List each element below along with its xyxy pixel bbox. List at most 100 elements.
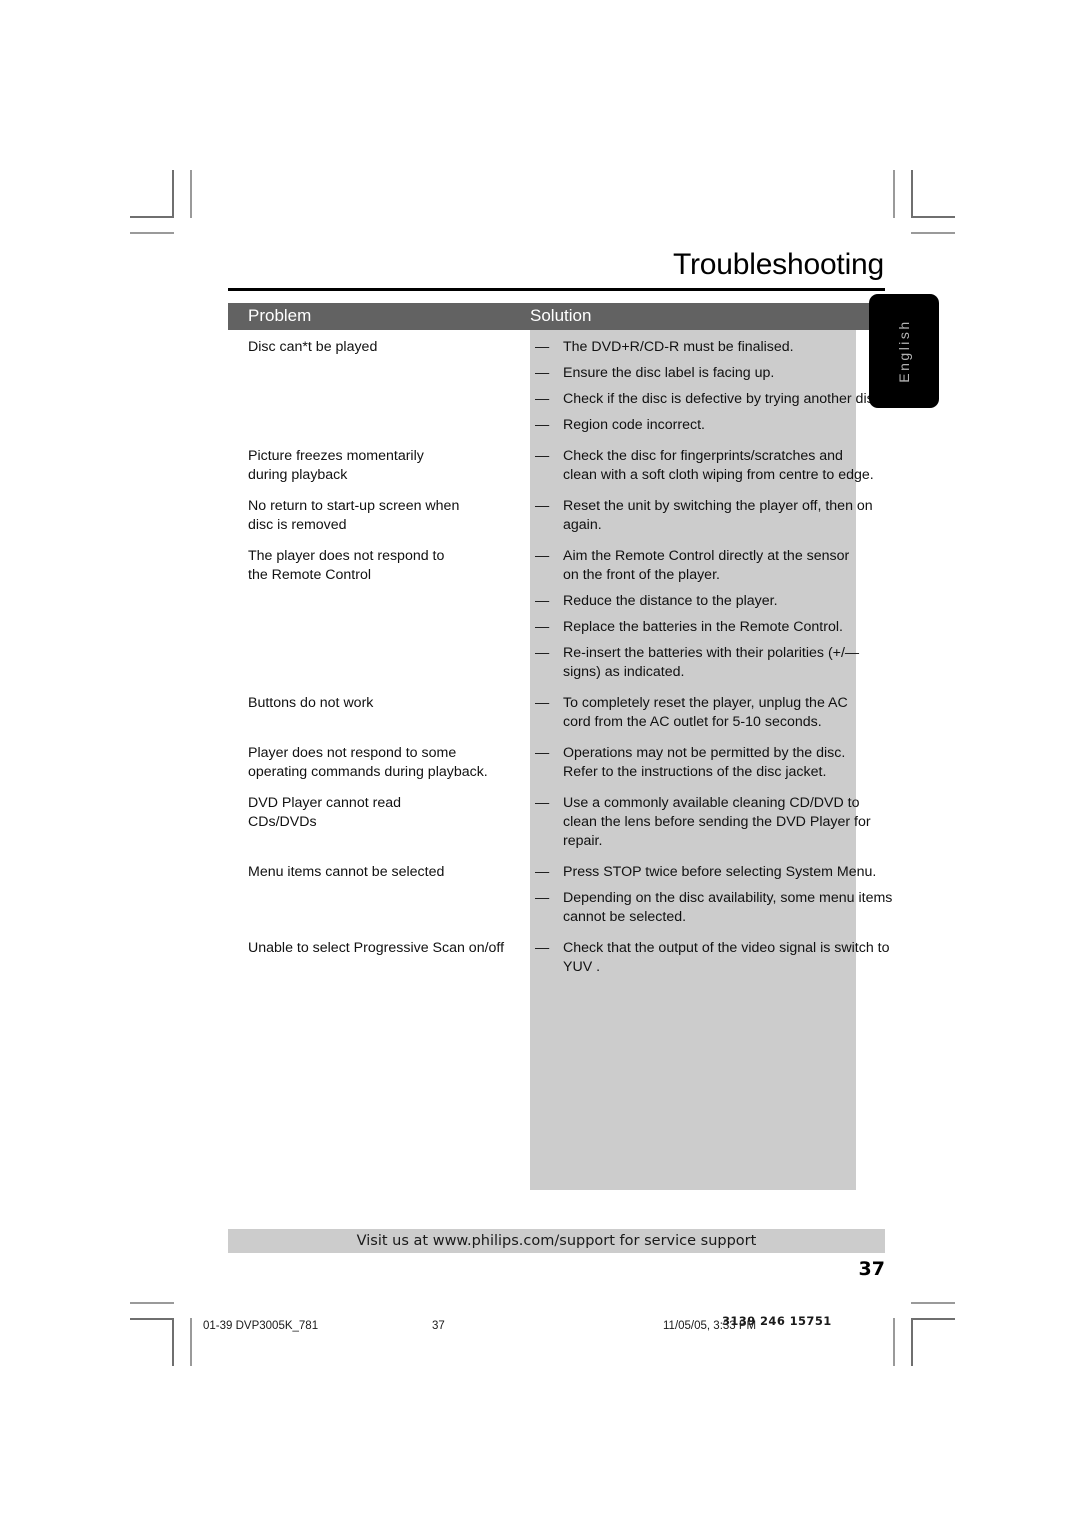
solution-text: Reset the unit by switching the player o… — [563, 498, 873, 514]
printer-footer: 01-39 DVP3005K_781 37 11/05/05, 3:33 PM … — [0, 1310, 1080, 1350]
solution-bullet: — Aim the Remote Control directly at the … — [535, 547, 915, 585]
solution-text: Reduce the distance to the player. — [563, 593, 778, 609]
solution-cell: — Press STOP twice before selecting Syste… — [535, 863, 915, 927]
problem-line: Buttons do not work — [248, 695, 374, 711]
solution-bullet: — Region code incorrect. — [535, 416, 915, 435]
solution-bullet: — Check that the output of the video sign… — [535, 939, 915, 977]
problem-cell: Disc can*t be played — [248, 338, 528, 357]
solution-bullet: — Re-insert the batteries with their pola… — [535, 644, 915, 682]
solution-bullet: — Check the disc for fingerprints/scratch… — [535, 447, 915, 485]
bullet-dash-icon: — — [535, 593, 550, 609]
column-header-solution: Solution — [530, 306, 592, 325]
solution-line-first: — Press STOP twice before selecting Syste… — [535, 863, 915, 882]
problem-cell: Unable to select Progressive Scan on/off — [248, 939, 528, 958]
solution-line-first: — Reset the unit by switching the player … — [535, 497, 915, 516]
solution-line-first: — Check the disc for fingerprints/scratch… — [535, 447, 915, 466]
solution-text: Operations may not be permitted by the d… — [563, 745, 846, 761]
solution-bullet: — Ensure the disc label is facing up. — [535, 364, 915, 383]
solution-line-first: — Depending on the disc availability, som… — [535, 889, 915, 908]
problem-line: Disc can*t be played — [248, 339, 378, 355]
problem-cell: Player does not respond to some operating… — [248, 744, 528, 782]
table-header-bar: Problem Solution — [228, 303, 885, 330]
problem-cell: No return to start-up screen when disc is… — [248, 497, 528, 535]
solution-cell: — Check the disc for fingerprints/scratch… — [535, 447, 915, 485]
solution-bullet: — Operations may not be permitted by the … — [535, 744, 915, 782]
problem-line: the Remote Control — [248, 567, 372, 583]
solution-line-cont: signs) as indicated. — [563, 664, 685, 680]
problem-line: operating commands during playback. — [248, 764, 488, 780]
problem-line: No return to start-up screen when — [248, 498, 460, 514]
footer-part-number: 3139 246 15751 — [722, 1314, 832, 1328]
solution-line-cont: cord from the AC outlet for 5-10 seconds… — [563, 714, 822, 730]
problem-line: disc is removed — [248, 517, 347, 533]
solution-text: Aim the Remote Control directly at the s… — [563, 548, 850, 564]
problem-cell: DVD Player cannot read CDs/DVDs — [248, 794, 528, 832]
solution-text: Check the disc for fingerprints/scratche… — [563, 448, 843, 464]
bullet-dash-icon: — — [535, 391, 550, 407]
solution-text: Re-insert the batteries with their polar… — [563, 645, 860, 661]
bullet-dash-icon: — — [535, 417, 550, 433]
solution-line-cont: on the front of the player. — [563, 567, 720, 583]
solution-line-cont: clean the lens before sending the DVD Pl… — [563, 814, 871, 830]
problem-line: DVD Player cannot read — [248, 795, 401, 811]
solution-bullet: — Use a commonly available cleaning CD/DV… — [535, 794, 915, 851]
bullet-dash-icon: — — [535, 645, 550, 661]
manual-page: Troubleshooting Problem Solution Disc ca… — [0, 0, 1080, 1528]
solution-text: Replace the batteries in the Remote Cont… — [563, 619, 843, 635]
bullet-dash-icon: — — [535, 339, 550, 355]
support-banner: Visit us at www.philips.com/support for … — [228, 1229, 885, 1253]
solution-line-first: — Ensure the disc label is facing up. — [535, 364, 915, 383]
problem-line: during playback — [248, 467, 348, 483]
solution-cell: — Operations may not be permitted by the … — [535, 744, 915, 782]
problem-line: The player does not respond to — [248, 548, 445, 564]
solution-bullet: — To completely reset the player, unplug … — [535, 694, 915, 732]
solution-bullet: — Replace the batteries in the Remote Con… — [535, 618, 915, 637]
solution-text: Press STOP twice before selecting System… — [563, 864, 877, 880]
solution-line-first: — Check that the output of the video sign… — [535, 939, 915, 958]
solution-line-first: — Re-insert the batteries with their pola… — [535, 644, 915, 663]
problem-line: Unable to select Progressive Scan on/off — [248, 940, 505, 956]
solution-text: The DVD+R/CD-R must be finalised. — [563, 339, 794, 355]
bullet-dash-icon: — — [535, 890, 550, 906]
bullet-dash-icon: — — [535, 619, 550, 635]
solution-cell: — The DVD+R/CD-R must be finalised. — Ensur… — [535, 338, 915, 435]
problem-cell: Menu items cannot be selected — [248, 863, 528, 882]
solution-line-first: — Use a commonly available cleaning CD/DV… — [535, 794, 915, 813]
solution-line-cont: repair. — [563, 833, 603, 849]
solution-line-cont: clean with a soft cloth wiping from cent… — [563, 467, 874, 483]
solution-line-cont: Refer to the instructions of the disc ja… — [563, 764, 827, 780]
solution-text: Depending on the disc availability, some… — [563, 890, 893, 906]
problem-cell: Buttons do not work — [248, 694, 528, 713]
solution-bullet: — The DVD+R/CD-R must be finalised. — [535, 338, 915, 357]
bullet-dash-icon: — — [535, 940, 550, 956]
solution-line-first: — To completely reset the player, unplug … — [535, 694, 915, 713]
title-divider — [228, 288, 885, 291]
solution-text: To completely reset the player, unplug t… — [563, 695, 848, 711]
solution-text: Ensure the disc label is facing up. — [563, 365, 775, 381]
bullet-dash-icon: — — [535, 448, 550, 464]
solution-line-first: — Check if the disc is defective by tryin… — [535, 390, 915, 409]
problem-line: Picture freezes momentarily — [248, 448, 424, 464]
solution-line-first: — Replace the batteries in the Remote Con… — [535, 618, 915, 637]
problem-cell: The player does not respond to the Remote… — [248, 547, 528, 585]
solution-text: Use a commonly available cleaning CD/DVD… — [563, 795, 860, 811]
solution-line-first: — Reduce the distance to the player. — [535, 592, 915, 611]
bullet-dash-icon: — — [535, 548, 550, 564]
page-title: Troubleshooting — [672, 248, 884, 281]
solution-cell: — Reset the unit by switching the player … — [535, 497, 915, 535]
solution-cell: — To completely reset the player, unplug … — [535, 694, 915, 732]
problem-cell: Picture freezes momentarily during playba… — [248, 447, 528, 485]
solution-bullet: — Reset the unit by switching the player … — [535, 497, 915, 535]
problem-line: Menu items cannot be selected — [248, 864, 445, 880]
solution-cell: — Check that the output of the video sign… — [535, 939, 915, 977]
solution-bullet: — Depending on the disc availability, som… — [535, 889, 915, 927]
solution-line-first: — Operations may not be permitted by the … — [535, 744, 915, 763]
solution-line-first: — Aim the Remote Control directly at the … — [535, 547, 915, 566]
solution-bullet: — Reduce the distance to the player. — [535, 592, 915, 611]
solution-cell: — Use a commonly available cleaning CD/DV… — [535, 794, 915, 851]
bullet-dash-icon: — — [535, 498, 550, 514]
problem-line: CDs/DVDs — [248, 814, 317, 830]
page-number: 37 — [858, 1258, 885, 1280]
solution-bullet: — Press STOP twice before selecting Syste… — [535, 863, 915, 882]
footer-page-number: 37 — [432, 1320, 445, 1332]
